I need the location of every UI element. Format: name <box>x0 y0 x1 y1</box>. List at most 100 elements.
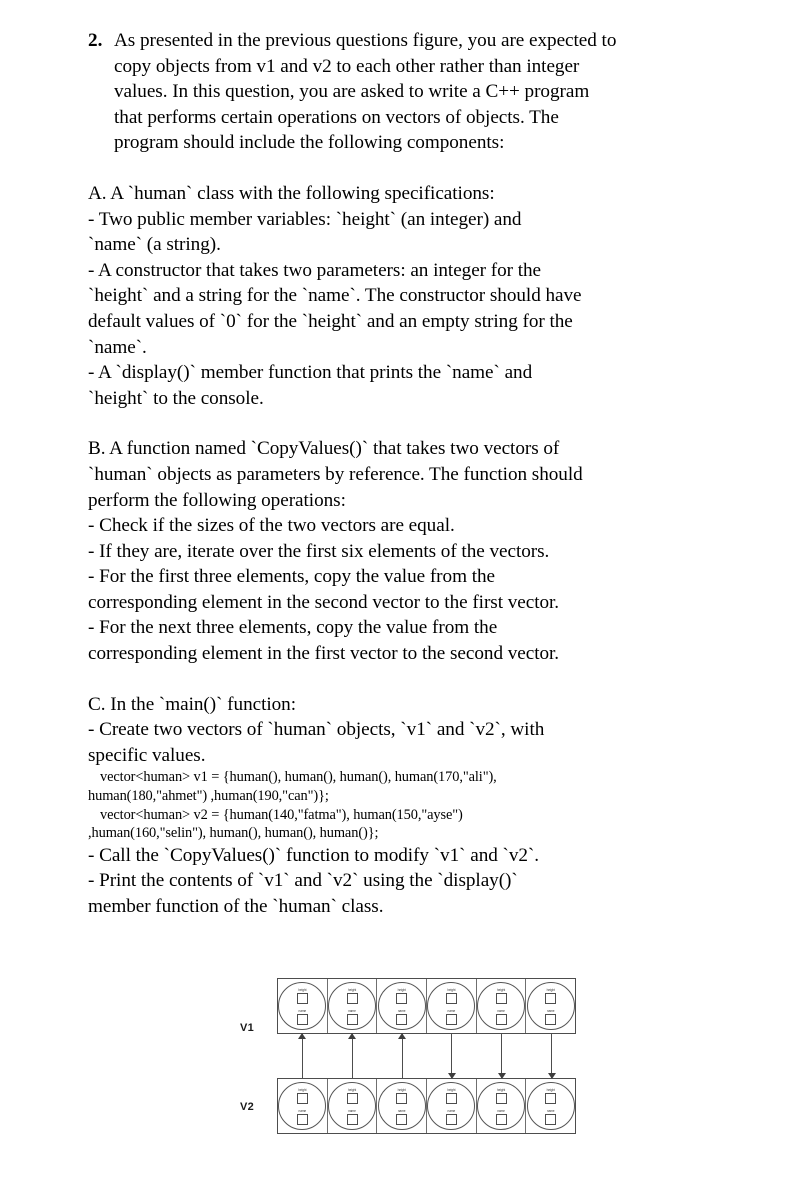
field-height-label: height <box>298 1087 307 1093</box>
field-name-box <box>296 1113 308 1125</box>
field-name-box <box>495 1013 507 1025</box>
field-height-label: height <box>397 1087 406 1093</box>
section-a: A. A `human` class with the following sp… <box>88 181 718 411</box>
field-name: name <box>493 1109 509 1125</box>
section-c-line-1: specific values. <box>88 744 206 766</box>
copy-arrow-up-2 <box>348 1033 357 1078</box>
field-height: height <box>344 988 360 1004</box>
vector-cell: height name <box>526 979 575 1033</box>
field-height-label: height <box>347 987 357 993</box>
section-c-heading: C. In the `main()` function: <box>88 693 297 715</box>
field-name-box <box>445 1013 457 1025</box>
section-a-line-3: `height` and a string for the `name`. Th… <box>88 285 582 307</box>
field-height-box <box>346 1092 358 1104</box>
field-height-box <box>545 1092 557 1104</box>
vector-cell: height name <box>427 979 477 1033</box>
field-height-box <box>396 1092 408 1104</box>
intro-line-2: values. In this question, you are asked … <box>114 81 590 103</box>
field-height-box <box>346 992 358 1004</box>
field-height-label: height <box>447 987 456 993</box>
section-a-line-0: - Two public member variables: `height` … <box>88 208 522 230</box>
arrow-head-icon <box>298 1033 307 1039</box>
vector-row-v2: height name height name height name heig… <box>277 1078 576 1134</box>
section-a-line-6: - A `display()` member function that pri… <box>88 362 533 384</box>
field-name: name <box>344 1109 360 1125</box>
field-height-label: height <box>298 987 307 993</box>
copy-arrow-up-1 <box>298 1033 307 1078</box>
field-name: name <box>294 1009 310 1025</box>
copy-arrow-down-1 <box>447 1034 456 1079</box>
field-height: height <box>394 988 410 1004</box>
field-name-label: name <box>497 1108 505 1114</box>
vector-cell: height name <box>328 1079 378 1133</box>
section-a-heading: A. A `human` class with the following sp… <box>88 182 495 204</box>
field-height-box <box>396 992 408 1004</box>
vector-cell: height name <box>278 979 328 1033</box>
field-name-label: name <box>397 1108 406 1114</box>
section-c-line-3: - Print the contents of `v1` and `v2` us… <box>88 870 518 892</box>
section-b-line-6: - For the next three elements, copy the … <box>88 617 498 639</box>
field-height-label: height <box>496 1087 506 1093</box>
vector-cell: height name <box>526 1079 575 1133</box>
code-line-v1-a: vector<human> v1 = {human(), human(), hu… <box>100 769 497 786</box>
intro-line-4: program should include the following com… <box>114 132 505 154</box>
field-name-label: name <box>447 1108 456 1114</box>
field-name-box <box>346 1013 358 1025</box>
field-name-box <box>346 1113 358 1125</box>
field-height: height <box>543 988 559 1004</box>
arrow-head-icon <box>348 1033 357 1039</box>
section-b-line-5: corresponding element in the second vect… <box>88 591 560 613</box>
vector-cell: height name <box>377 1079 428 1133</box>
field-height: height <box>543 1088 559 1104</box>
field-height-box <box>495 992 507 1004</box>
field-height: height <box>443 988 459 1004</box>
section-a-line-5: `name`. <box>88 336 147 358</box>
field-name-box <box>495 1113 507 1125</box>
vector-copy-diagram: V1 V2 height name height name height nam… <box>225 978 595 1160</box>
section-b-line-2: - Check if the sizes of the two vectors … <box>88 515 455 537</box>
code-line-v2-a: vector<human> v2 = {human(140,"fatma"), … <box>100 806 463 823</box>
question-number: 2. <box>88 30 103 51</box>
field-name-label: name <box>497 1008 505 1014</box>
document-page: 2. As presented in the previous question… <box>0 0 800 1200</box>
vector-row-v1: height name height name height name heig… <box>277 978 576 1034</box>
field-height-box <box>296 1092 308 1104</box>
field-name-label: name <box>298 1008 307 1014</box>
question-text-body: 2. As presented in the previous question… <box>88 28 718 920</box>
section-b-line-3: - If they are, iterate over the first si… <box>88 540 550 562</box>
copy-arrow-down-2 <box>497 1034 506 1079</box>
field-name-label: name <box>298 1108 307 1114</box>
copy-arrows <box>277 1033 576 1079</box>
field-height: height <box>443 1088 459 1104</box>
field-height-box <box>445 1092 457 1104</box>
code-line-v1-b: human(180,"ahmet") ,human(190,"can")}; <box>88 788 329 805</box>
field-name: name <box>394 1109 410 1125</box>
field-height-box <box>545 992 557 1004</box>
field-height-label: height <box>496 987 506 993</box>
code-line-v2-b: ,human(160,"selin"), human(), human(), h… <box>88 825 379 842</box>
field-name: name <box>443 1009 459 1025</box>
section-c-line-4: member function of the `human` class. <box>88 896 384 917</box>
intro-line-0: As presented in the previous questions f… <box>114 30 617 51</box>
field-height-label: height <box>546 1087 555 1093</box>
field-height-label: height <box>447 1087 456 1093</box>
field-height-box <box>445 992 457 1004</box>
vector-cell: height name <box>278 1079 328 1133</box>
section-b: B. A function named `CopyValues()` that … <box>88 436 718 666</box>
field-name: name <box>543 1009 559 1025</box>
field-name: name <box>394 1009 410 1025</box>
field-name-box <box>296 1013 308 1025</box>
section-a-line-1: `name` (a string). <box>88 234 221 256</box>
section-b-line-4: - For the first three elements, copy the… <box>88 566 495 588</box>
field-name-box <box>445 1113 457 1125</box>
section-b-line-0: `human` objects as parameters by referen… <box>88 463 583 485</box>
section-a-line-4: default values of `0` for the `height` a… <box>88 310 573 332</box>
field-height: height <box>394 1088 410 1104</box>
field-height: height <box>493 1088 509 1104</box>
section-c-line-0: - Create two vectors of `human` objects,… <box>88 719 545 741</box>
intro-line-1: copy objects from v1 and v2 to each othe… <box>114 55 580 77</box>
copy-arrow-up-3 <box>398 1033 407 1078</box>
field-name-label: name <box>447 1008 456 1014</box>
vector-cell: height name <box>427 1079 477 1133</box>
